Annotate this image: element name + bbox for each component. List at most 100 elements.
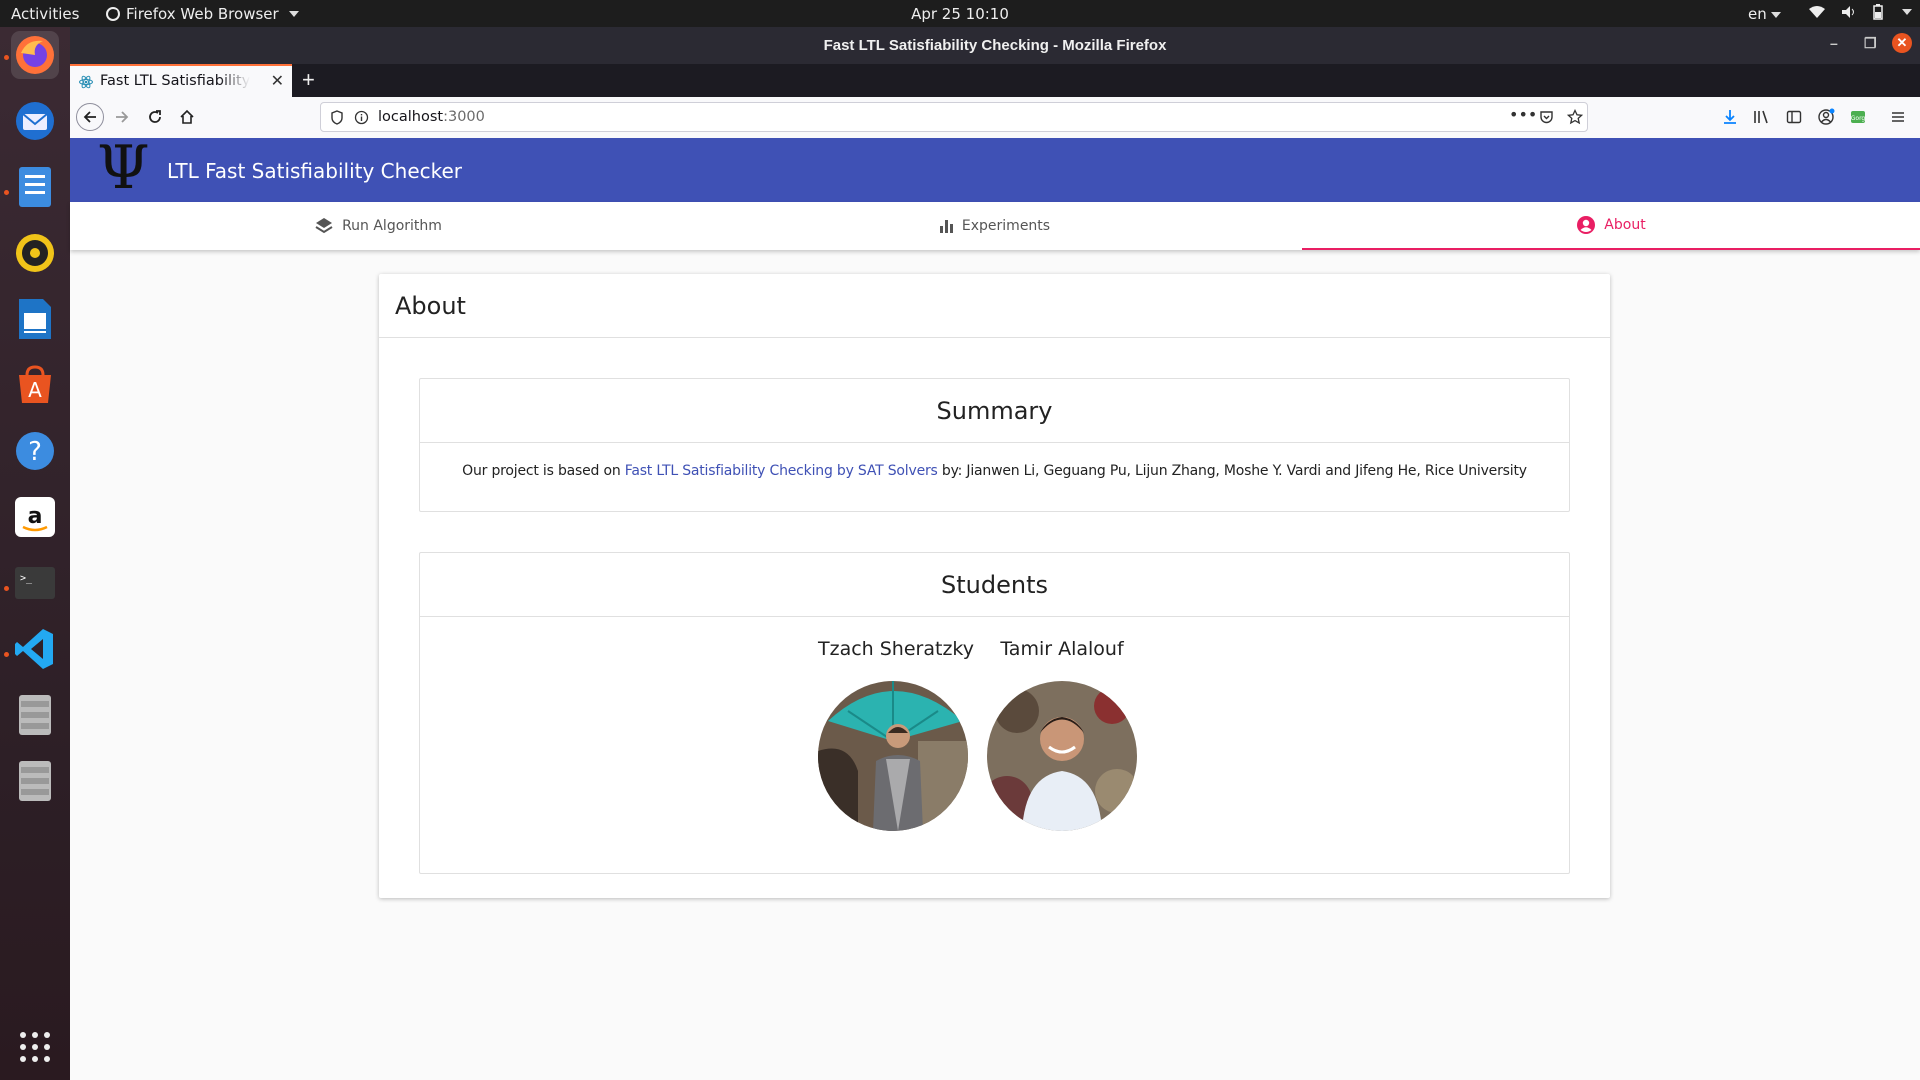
- dock-amazon[interactable]: a: [11, 493, 59, 541]
- bar-chart-icon: [939, 220, 953, 233]
- system-top-bar: Activities Firefox Web Browser Apr 25 10…: [0, 0, 1920, 27]
- library-button[interactable]: [1750, 105, 1774, 129]
- sidebar-icon: [1786, 110, 1802, 124]
- thunderbird-icon: [16, 102, 54, 140]
- window-title: Fast LTL Satisfiability Checking - Mozil…: [823, 37, 1167, 54]
- divider: [379, 337, 1610, 338]
- psi-logo: Ψ: [97, 133, 150, 203]
- drive-icon: [19, 695, 51, 735]
- about-card: About Summary Our project is based on Fa…: [379, 274, 1610, 898]
- app-title: LTL Fast Satisfiability Checker: [167, 159, 463, 183]
- student-card: Tzach Sheratzky: [818, 638, 974, 831]
- running-indicator: [4, 586, 9, 591]
- close-tab-icon[interactable]: ✕: [271, 71, 284, 90]
- react-favicon-icon: [79, 75, 93, 89]
- rhythmbox-icon: [16, 234, 54, 272]
- summary-text-before: Our project is based on: [462, 463, 625, 479]
- tab-run-algorithm[interactable]: Run Algorithm: [70, 202, 686, 250]
- help-icon: ?: [16, 432, 54, 470]
- student-photo: [987, 681, 1137, 831]
- app-header: Ψ LTL Fast Satisfiability Checker: [70, 133, 1920, 203]
- software-center-icon: A: [19, 365, 51, 403]
- volume-icon: [1842, 6, 1854, 18]
- url-bar[interactable]: localhost:3000 •••: [320, 102, 1588, 132]
- pocket-icon[interactable]: [1539, 110, 1554, 125]
- amazon-icon: a: [15, 497, 55, 537]
- student-card: Tamir Alalouf: [987, 638, 1137, 831]
- show-applications-button[interactable]: [11, 1023, 59, 1071]
- downloads-button[interactable]: [1718, 105, 1742, 129]
- summary-panel: Summary Our project is based on Fast LTL…: [419, 378, 1570, 512]
- language-indicator[interactable]: en: [1748, 5, 1781, 23]
- terminal-icon: >_: [15, 567, 55, 599]
- wifi-icon: [1809, 6, 1825, 18]
- dock-software[interactable]: A: [11, 361, 59, 409]
- students-panel: Students Tzach Sheratzky Tamir Alalouf: [419, 552, 1570, 874]
- account-button[interactable]: [1814, 105, 1838, 129]
- students-heading: Students: [941, 571, 1048, 599]
- svg-text:a: a: [28, 504, 43, 529]
- divider: [420, 442, 1569, 443]
- url-port: :3000: [443, 109, 485, 125]
- dock-drive-2[interactable]: [11, 757, 59, 805]
- home-button[interactable]: [175, 105, 199, 129]
- tab-label: Run Algorithm: [342, 218, 442, 234]
- student-photo: [818, 681, 968, 831]
- url-host: localhost: [378, 109, 444, 125]
- tab-experiments[interactable]: Experiments: [686, 202, 1302, 250]
- back-button[interactable]: [76, 103, 104, 131]
- dock-rhythmbox[interactable]: [11, 229, 59, 277]
- svg-text:>_: >_: [20, 573, 33, 584]
- app-menu[interactable]: Firefox Web Browser: [106, 5, 299, 23]
- summary-text-after: by: Jianwen Li, Geguang Pu, Lijun Zhang,…: [937, 463, 1527, 479]
- reload-button[interactable]: [143, 105, 167, 129]
- dock: A ? a >_: [0, 27, 70, 1080]
- info-icon[interactable]: [354, 110, 369, 125]
- page-actions-icon[interactable]: •••: [1509, 105, 1537, 124]
- writer-icon: [19, 299, 51, 339]
- forward-button[interactable]: [110, 105, 134, 129]
- browser-tab-active[interactable]: Fast LTL Satisfiability Checking ✕: [70, 64, 292, 97]
- account-icon: [1818, 108, 1835, 125]
- svg-text:?: ?: [28, 437, 42, 467]
- layers-icon: [315, 218, 333, 234]
- minimize-button[interactable]: –: [1830, 35, 1838, 51]
- activities-button[interactable]: Activities: [11, 5, 79, 23]
- system-tray[interactable]: [1808, 4, 1912, 20]
- firefox-icon: [16, 36, 54, 74]
- sidebar-button[interactable]: [1782, 105, 1806, 129]
- svg-text:Gorg: Gorg: [1851, 115, 1866, 122]
- maximize-button[interactable]: ❐: [1864, 35, 1877, 52]
- dock-vscode[interactable]: [11, 625, 59, 673]
- dock-firefox[interactable]: [11, 31, 59, 79]
- reload-icon: [149, 110, 161, 123]
- student-name: Tamir Alalouf: [1000, 638, 1124, 660]
- divider: [420, 616, 1569, 617]
- url-text: localhost:3000: [378, 109, 485, 125]
- hamburger-menu-icon: [1892, 112, 1904, 122]
- files-icon: [19, 167, 51, 207]
- tab-about[interactable]: About: [1302, 202, 1920, 250]
- bookmark-star-icon[interactable]: [1567, 109, 1583, 125]
- dock-writer[interactable]: [11, 295, 59, 343]
- chevron-down-icon: [288, 11, 299, 17]
- extension-button[interactable]: Gorg: [1846, 105, 1870, 129]
- page-title: About: [395, 292, 466, 320]
- chevron-down-icon: [1902, 9, 1912, 15]
- dock-terminal[interactable]: >_: [11, 559, 59, 607]
- paper-link[interactable]: Fast LTL Satisfiability Checking by SAT …: [625, 463, 938, 479]
- dock-drive-1[interactable]: [11, 691, 59, 739]
- menu-button[interactable]: [1886, 105, 1910, 129]
- dock-files[interactable]: [11, 163, 59, 211]
- app-tabs: Run Algorithm Experiments About: [70, 202, 1920, 250]
- close-window-button[interactable]: ✕: [1892, 33, 1912, 53]
- app-grid-icon: [20, 1032, 50, 1062]
- avatar-image: [818, 681, 968, 831]
- tab-label: Experiments: [961, 218, 1051, 234]
- tab-title: Fast LTL Satisfiability Checking: [100, 73, 250, 89]
- new-tab-button[interactable]: +: [302, 67, 315, 93]
- navigation-toolbar: localhost:3000 ••• Gorg: [70, 97, 1920, 139]
- dock-help[interactable]: ?: [11, 427, 59, 475]
- dock-thunderbird[interactable]: [11, 97, 59, 145]
- window-titlebar: Fast LTL Satisfiability Checking - Mozil…: [70, 27, 1920, 64]
